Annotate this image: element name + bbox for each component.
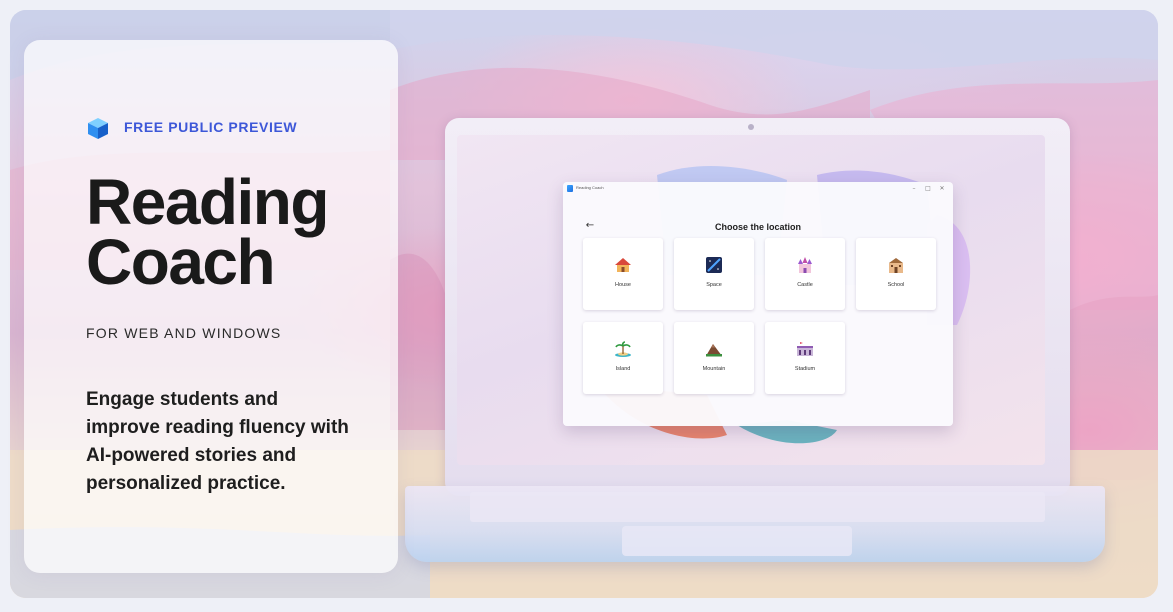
space-icon	[706, 257, 722, 273]
location-label: House	[615, 282, 631, 288]
window-title: Reading Coach	[576, 185, 604, 190]
location-tile-stadium[interactable]: Stadium	[765, 322, 845, 394]
app-logo-icon	[567, 185, 573, 192]
location-label: Castle	[797, 282, 813, 288]
house-icon	[615, 258, 631, 272]
location-label: Mountain	[702, 366, 726, 372]
location-heading: Choose the location	[714, 222, 801, 232]
location-tile-castle[interactable]: Castle	[765, 238, 845, 310]
laptop-trackpad	[622, 526, 852, 556]
island-icon	[615, 341, 631, 357]
stadium-icon	[797, 342, 813, 356]
location-label: Space	[706, 282, 722, 288]
location-tile-house[interactable]: House	[583, 238, 663, 310]
title-bar: Reading Coach – □ ✕	[563, 182, 953, 196]
reading-coach-logo-icon	[88, 118, 108, 139]
location-tile-mountain[interactable]: Mountain	[674, 322, 754, 394]
location-label: Island	[615, 366, 631, 372]
platform-subtitle: FOR WEB AND WINDOWS	[86, 325, 282, 341]
laptop-keyboard	[470, 492, 1045, 522]
school-icon	[889, 258, 903, 273]
product-description: Engage students and improve reading flue…	[86, 389, 349, 494]
location-label: School	[887, 282, 905, 288]
close-button[interactable]: ✕	[937, 184, 947, 194]
location-tile-space[interactable]: Space	[674, 238, 754, 310]
minimize-button[interactable]: –	[909, 184, 919, 194]
location-tile-school[interactable]: School	[856, 238, 936, 310]
maximize-button[interactable]: □	[923, 184, 933, 194]
eyebrow-label: FREE PUBLIC PREVIEW	[124, 119, 298, 135]
location-label: Stadium	[794, 366, 816, 372]
page-title: Reading Coach	[86, 166, 329, 298]
castle-icon	[798, 257, 812, 273]
location-tile-island[interactable]: Island	[583, 322, 663, 394]
app-window: Reading Coach – □ ✕ ← Choose the locatio…	[563, 182, 953, 426]
mountain-icon	[706, 344, 722, 357]
laptop-camera	[748, 124, 754, 130]
